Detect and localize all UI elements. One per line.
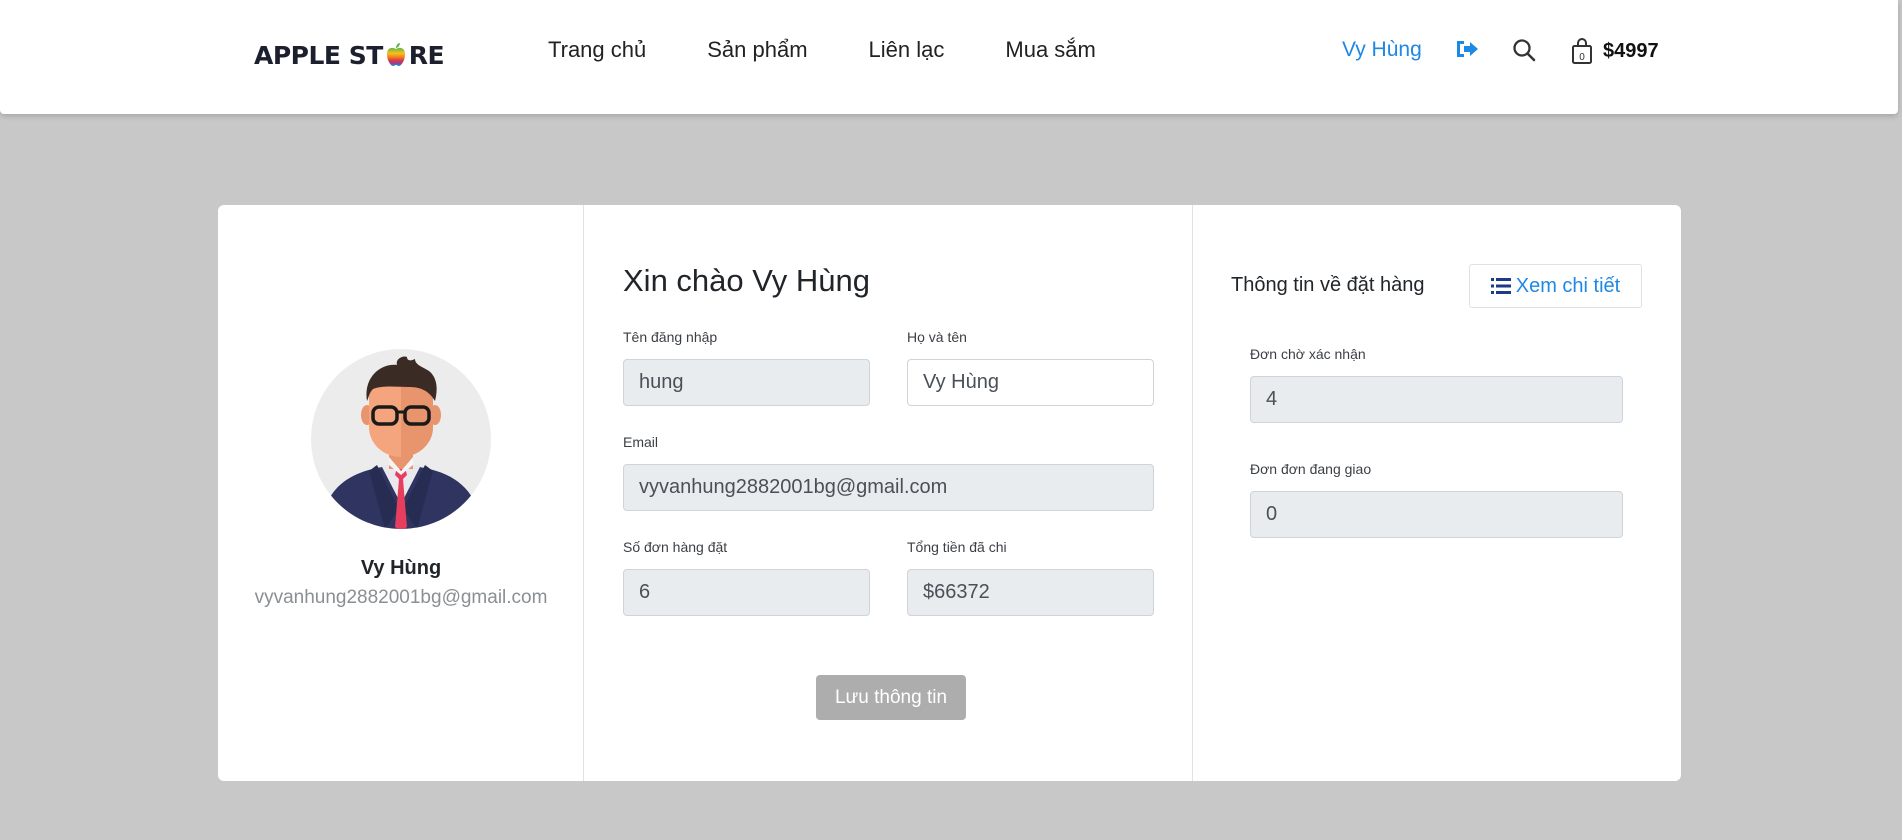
pending-orders-field: 4: [1250, 376, 1623, 423]
order-info-panel: Thông tin về đặt hàng Xem chi tiết Đơn c…: [1193, 205, 1681, 781]
save-button[interactable]: Lưu thông tin: [816, 675, 966, 720]
total-spent-field: $66372: [907, 569, 1154, 616]
profile-card: Vy Hùng vyvanhung2882001bg@gmail.com Xin…: [218, 205, 1681, 781]
username-label: Tên đăng nhập: [623, 329, 718, 345]
cart-count: 0: [1579, 52, 1585, 63]
cart-total: $4997: [1603, 39, 1659, 62]
view-details-label: Xem chi tiết: [1515, 274, 1621, 297]
email-field: vyvanhung2882001bg@gmail.com: [623, 464, 1154, 511]
shipping-orders-label: Đơn đơn đang giao: [1250, 461, 1372, 477]
nav-shop[interactable]: Mua sắm: [1005, 36, 1095, 64]
profile-email: vyvanhung2882001bg@gmail.com: [254, 587, 548, 608]
order-count-label: Số đơn hàng đặt: [623, 539, 728, 555]
store-logo[interactable]: APPLE ST RE: [254, 40, 445, 70]
greeting-heading: Xin chào Vy Hùng: [623, 263, 871, 298]
view-details-button[interactable]: Xem chi tiết: [1469, 264, 1642, 308]
shopping-bag-icon: 0: [1572, 38, 1592, 64]
top-navbar: APPLE ST RE Trang chủ Sản phẩm Liên lạc …: [0, 0, 1898, 114]
logout-icon[interactable]: [1455, 38, 1479, 60]
order-info-title: Thông tin về đặt hàng: [1231, 274, 1425, 296]
main-nav: Trang chủ Sản phẩm Liên lạc Mua sắm: [548, 36, 1157, 64]
avatar: [311, 349, 491, 529]
fullname-label: Họ và tên: [907, 329, 967, 345]
profile-name: Vy Hùng: [360, 557, 442, 579]
account-form: Xin chào Vy Hùng Tên đăng nhập hung Họ v…: [584, 205, 1193, 781]
order-count-field: 6: [623, 569, 870, 616]
nav-products[interactable]: Sản phẩm: [707, 36, 807, 64]
user-name-link[interactable]: Vy Hùng: [1342, 38, 1422, 62]
profile-summary: Vy Hùng vyvanhung2882001bg@gmail.com: [218, 205, 584, 781]
username-field: hung: [623, 359, 870, 406]
email-label: Email: [623, 434, 659, 450]
total-spent-label: Tổng tiền đã chi: [907, 539, 1007, 555]
shipping-orders-field: 0: [1250, 491, 1623, 538]
search-icon[interactable]: [1512, 38, 1536, 62]
fullname-input[interactable]: [907, 359, 1154, 406]
logo-text-left: APPLE ST: [254, 40, 383, 70]
nav-home[interactable]: Trang chủ: [548, 36, 646, 64]
cart-button[interactable]: 0 $4997: [1571, 38, 1659, 64]
nav-contact[interactable]: Liên lạc: [869, 36, 945, 64]
logo-text-right: RE: [408, 40, 445, 70]
list-icon: [1490, 278, 1511, 294]
businessman-avatar-image: [321, 356, 481, 529]
pending-orders-label: Đơn chờ xác nhận: [1250, 346, 1366, 362]
apple-logo-icon: [386, 43, 405, 66]
